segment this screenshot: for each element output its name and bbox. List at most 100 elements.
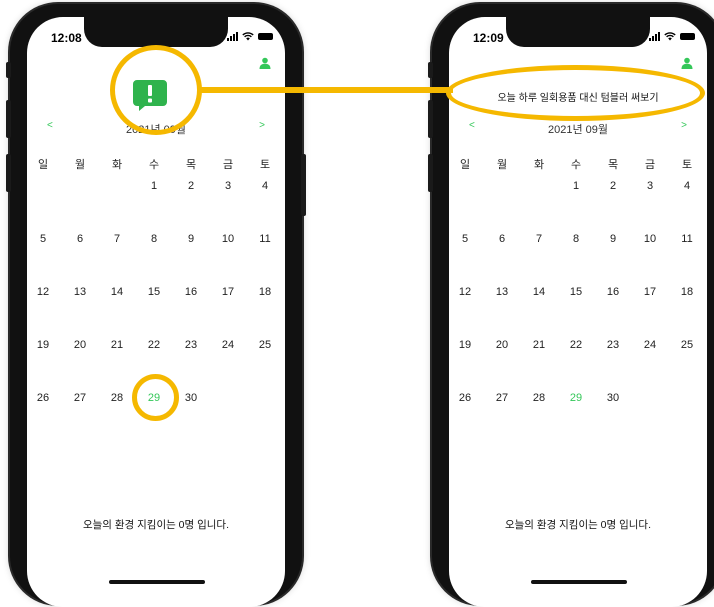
- participant-count-text: 오늘의 환경 지킴이는 0명 입니다.: [504, 519, 651, 531]
- calendar-day[interactable]: 16: [601, 286, 625, 298]
- status-icons: [649, 31, 695, 41]
- weekday-label: 토: [259, 159, 271, 171]
- calendar-day[interactable]: 1: [142, 180, 166, 192]
- calendar-day[interactable]: 24: [638, 339, 662, 351]
- calendar-day[interactable]: 23: [601, 339, 625, 351]
- calendar-day[interactable]: 19: [453, 339, 477, 351]
- calendar-day[interactable]: 6: [490, 233, 514, 245]
- signal-icon: [649, 31, 660, 41]
- mute-switch: [6, 62, 11, 78]
- calendar-day[interactable]: 4: [253, 180, 277, 192]
- status-icons: [227, 31, 273, 41]
- calendar-day[interactable]: 28: [105, 392, 129, 404]
- calendar-day[interactable]: 13: [68, 286, 92, 298]
- calendar-day[interactable]: 7: [105, 233, 129, 245]
- calendar-day[interactable]: 22: [142, 339, 166, 351]
- calendar-day[interactable]: 5: [31, 233, 55, 245]
- calendar-day[interactable]: 20: [490, 339, 514, 351]
- calendar-day[interactable]: 17: [216, 286, 240, 298]
- calendar-day[interactable]: 25: [253, 339, 277, 351]
- calendar-day-today[interactable]: 29: [564, 392, 588, 404]
- calendar-day[interactable]: 15: [564, 286, 588, 298]
- home-indicator: [531, 580, 627, 584]
- calendar-day[interactable]: 13: [490, 286, 514, 298]
- calendar-day[interactable]: 14: [527, 286, 551, 298]
- weekday-label: 일: [37, 159, 49, 171]
- calendar-day[interactable]: 4: [675, 180, 699, 192]
- status-time: 12:09: [473, 31, 504, 45]
- calendar-day[interactable]: 7: [527, 233, 551, 245]
- calendar-day[interactable]: 8: [142, 233, 166, 245]
- volume-up-button: [428, 100, 433, 138]
- calendar-day[interactable]: 2: [601, 180, 625, 192]
- calendar-day[interactable]: 6: [68, 233, 92, 245]
- calendar-day[interactable]: 19: [31, 339, 55, 351]
- weekday-label: 화: [111, 159, 123, 171]
- battery-icon: [258, 32, 273, 40]
- calendar-day[interactable]: 21: [105, 339, 129, 351]
- weekday-label: 목: [607, 159, 619, 171]
- calendar-day[interactable]: 23: [179, 339, 203, 351]
- weekday-label: 월: [74, 159, 86, 171]
- volume-up-button: [6, 100, 11, 138]
- weekday-label: 수: [570, 159, 582, 171]
- calendar-day[interactable]: 3: [638, 180, 662, 192]
- calendar-day[interactable]: 25: [675, 339, 699, 351]
- weekday-label: 금: [644, 159, 656, 171]
- calendar-day[interactable]: 28: [527, 392, 551, 404]
- calendar-day[interactable]: 9: [179, 233, 203, 245]
- calendar-day[interactable]: 1: [564, 180, 588, 192]
- highlight-connector: [200, 87, 453, 93]
- volume-down-button: [428, 154, 433, 192]
- icon-highlight-ring: [110, 45, 202, 135]
- calendar-day[interactable]: 11: [675, 233, 699, 245]
- message-highlight-ring: [446, 65, 705, 121]
- participant-count-text: 오늘의 환경 지킴이는 0명 입니다.: [82, 519, 229, 531]
- calendar-day[interactable]: 3: [216, 180, 240, 192]
- wifi-icon: [242, 31, 254, 40]
- calendar-day[interactable]: 27: [490, 392, 514, 404]
- next-month-button[interactable]: >: [681, 120, 687, 131]
- calendar-day[interactable]: 21: [527, 339, 551, 351]
- mute-switch: [428, 62, 433, 78]
- calendar-day[interactable]: 20: [68, 339, 92, 351]
- calendar-day[interactable]: 26: [31, 392, 55, 404]
- calendar-day[interactable]: 16: [179, 286, 203, 298]
- today-highlight-ring: [132, 374, 179, 421]
- volume-down-button: [6, 154, 11, 192]
- calendar-day[interactable]: 17: [638, 286, 662, 298]
- month-title: 2021년 09월: [547, 124, 608, 136]
- home-indicator: [109, 580, 205, 584]
- signal-icon: [227, 31, 238, 41]
- calendar-day[interactable]: 8: [564, 233, 588, 245]
- calendar-day[interactable]: 2: [179, 180, 203, 192]
- calendar-day[interactable]: 12: [31, 286, 55, 298]
- calendar-day[interactable]: 18: [253, 286, 277, 298]
- calendar-day[interactable]: 30: [601, 392, 625, 404]
- calendar-day[interactable]: 5: [453, 233, 477, 245]
- calendar-day[interactable]: 30: [179, 392, 203, 404]
- weekday-label: 금: [222, 159, 234, 171]
- calendar-day[interactable]: 22: [564, 339, 588, 351]
- calendar-day[interactable]: 10: [638, 233, 662, 245]
- calendar-day[interactable]: 9: [601, 233, 625, 245]
- calendar-day[interactable]: 24: [216, 339, 240, 351]
- calendar-day[interactable]: 10: [216, 233, 240, 245]
- calendar-day[interactable]: 14: [105, 286, 129, 298]
- calendar-day[interactable]: 11: [253, 233, 277, 245]
- power-button: [301, 154, 306, 216]
- calendar-day[interactable]: 12: [453, 286, 477, 298]
- next-month-button[interactable]: >: [259, 120, 265, 131]
- calendar-day[interactable]: 15: [142, 286, 166, 298]
- calendar-day[interactable]: 27: [68, 392, 92, 404]
- weekday-label: 토: [681, 159, 693, 171]
- person-icon[interactable]: [259, 57, 271, 69]
- person-icon[interactable]: [681, 57, 693, 69]
- notch: [506, 17, 650, 47]
- weekday-label: 일: [459, 159, 471, 171]
- calendar-day[interactable]: 26: [453, 392, 477, 404]
- status-time: 12:08: [51, 31, 82, 45]
- weekday-label: 화: [533, 159, 545, 171]
- battery-icon: [680, 32, 695, 40]
- calendar-day[interactable]: 18: [675, 286, 699, 298]
